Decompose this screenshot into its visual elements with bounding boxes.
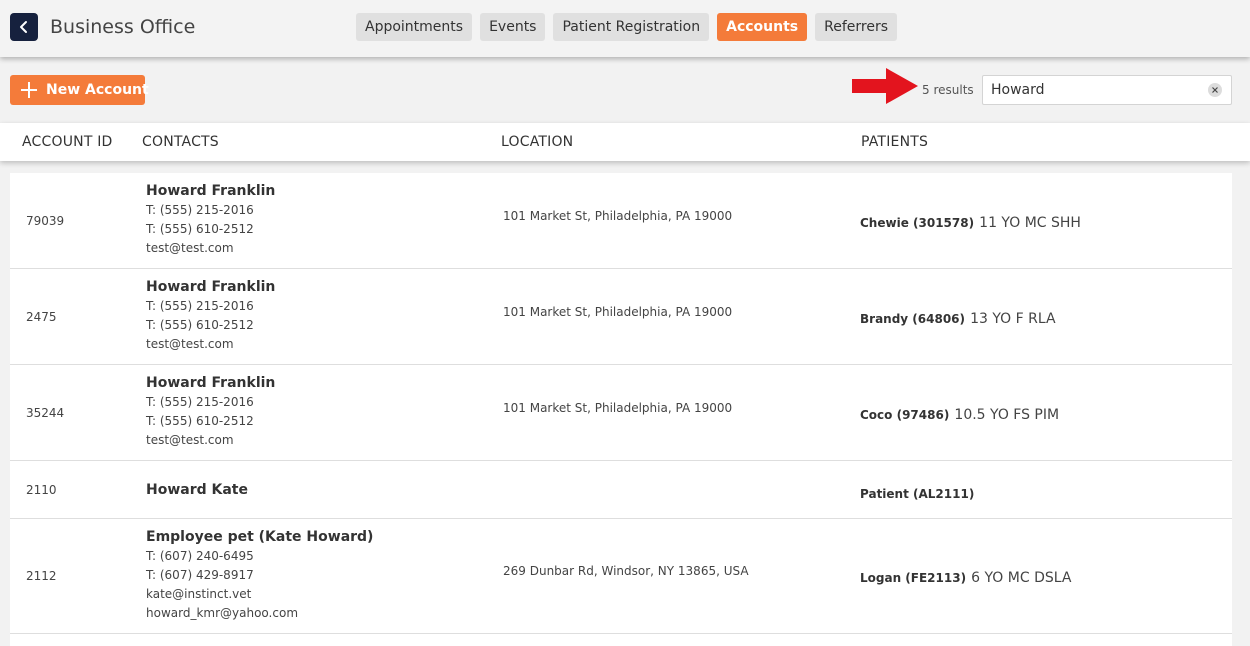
patient-name[interactable]: Chewie (301578) [860, 216, 974, 230]
clear-search-button[interactable] [1208, 83, 1222, 97]
patient-name[interactable]: Brandy (64806) [860, 312, 965, 326]
patient-cell: Patient (AL2111) [860, 483, 974, 502]
contact-phone: T: (555) 215-2016 [146, 299, 254, 313]
contact-email: test@test.com [146, 337, 234, 351]
account-id: 2110 [26, 483, 57, 497]
patient-cell: Brandy (64806) 13 YO F RLA [860, 308, 1056, 327]
contact-name: Howard Franklin [146, 279, 276, 295]
tab-patient-registration[interactable]: Patient Registration [553, 13, 710, 41]
patient-description: 13 YO F RLA [970, 311, 1056, 327]
contact-email: test@test.com [146, 241, 234, 255]
contact-phone: T: (607) 240-6495 [146, 549, 254, 563]
accounts-table: 79039 Howard Franklin T: (555) 215-2016 … [10, 173, 1232, 646]
column-header-patients[interactable]: PATIENTS [861, 134, 928, 150]
location: 101 Market St, Philadelphia, PA 19000 [503, 401, 733, 415]
account-id: 35244 [26, 406, 65, 420]
table-row[interactable]: 2112 Employee pet (Kate Howard) T: (607)… [10, 519, 1232, 634]
new-account-button[interactable]: New Account [10, 75, 149, 105]
search-box [982, 75, 1232, 105]
tab-events[interactable]: Events [480, 13, 546, 41]
top-bar: Business Office Appointments Events Pati… [0, 0, 1250, 57]
table-row[interactable]: 2475 Howard Franklin T: (555) 215-2016 T… [10, 269, 1232, 365]
contact-phone: T: (555) 215-2016 [146, 395, 254, 409]
plus-icon [21, 82, 37, 98]
contact-phone: T: (555) 610-2512 [146, 414, 254, 428]
account-id: 79039 [26, 214, 65, 228]
contact-cell: Howard Franklin T: (555) 215-2016 T: (55… [146, 181, 275, 258]
contact-name: Howard Franklin [146, 375, 276, 391]
tab-accounts[interactable]: Accounts [717, 13, 808, 41]
search-input[interactable] [991, 76, 1201, 104]
clear-icon [1212, 87, 1218, 93]
contact-phone: T: (555) 215-2016 [146, 203, 254, 217]
app-title: Business Office [50, 16, 196, 38]
contact-cell: Howard Franklin T: (555) 215-2016 T: (55… [146, 277, 275, 354]
red-arrow-icon [852, 68, 918, 104]
patient-description: 6 YO MC DSLA [971, 570, 1072, 586]
location: 269 Dunbar Rd, Windsor, NY 13865, USA [503, 564, 749, 578]
contact-cell: Howard Kate [146, 480, 248, 500]
column-header-contacts[interactable]: CONTACTS [142, 134, 219, 150]
table-row[interactable]: 79039 Howard Franklin T: (555) 215-2016 … [10, 173, 1232, 269]
location: 101 Market St, Philadelphia, PA 19000 [503, 305, 733, 319]
back-button[interactable] [10, 13, 38, 41]
contact-phone: T: (555) 610-2512 [146, 222, 254, 236]
contact-email: kate@instinct.vet [146, 587, 252, 601]
contact-name: Howard Franklin [146, 183, 276, 199]
contact-name: Employee pet (Kate Howard) [146, 529, 374, 545]
contact-email: test@test.com [146, 433, 234, 447]
patient-name[interactable]: Coco (97486) [860, 408, 949, 422]
patient-cell: Logan (FE2113) 6 YO MC DSLA [860, 567, 1071, 586]
column-header-location[interactable]: LOCATION [501, 134, 573, 150]
patient-name[interactable]: Logan (FE2113) [860, 571, 966, 585]
tab-referrers[interactable]: Referrers [815, 13, 897, 41]
patient-description: 11 YO MC SHH [979, 215, 1081, 231]
table-header: ACCOUNT ID CONTACTS LOCATION PATIENTS [0, 123, 1250, 161]
column-header-account-id[interactable]: ACCOUNT ID [22, 134, 113, 150]
table-row[interactable]: 2110 Howard Kate Patient (AL2111) [10, 461, 1232, 519]
contact-phone: T: (607) 429-8917 [146, 568, 254, 582]
patient-cell: Coco (97486) 10.5 YO FS PIM [860, 404, 1059, 423]
contact-cell: Employee pet (Kate Howard) T: (607) 240-… [146, 527, 373, 623]
table-row[interactable]: 35244 Howard Franklin T: (555) 215-2016 … [10, 365, 1232, 461]
location: 101 Market St, Philadelphia, PA 19000 [503, 209, 733, 223]
contact-email: howard_kmr@yahoo.com [146, 606, 299, 620]
patient-cell: Chewie (301578) 11 YO MC SHH [860, 212, 1081, 231]
nav-tabs: Appointments Events Patient Registration… [356, 13, 897, 41]
chevron-left-icon [20, 21, 27, 33]
results-count: 5 results [922, 83, 974, 97]
contact-name: Howard Kate [146, 482, 248, 498]
patient-name[interactable]: Patient (AL2111) [860, 487, 974, 501]
account-id: 2112 [26, 569, 57, 583]
tab-appointments[interactable]: Appointments [356, 13, 473, 41]
contact-cell: Howard Franklin T: (555) 215-2016 T: (55… [146, 373, 275, 450]
new-account-label: New Account [46, 82, 149, 98]
account-id: 2475 [26, 310, 57, 324]
patient-description: 10.5 YO FS PIM [954, 407, 1060, 423]
contact-phone: T: (555) 610-2512 [146, 318, 254, 332]
